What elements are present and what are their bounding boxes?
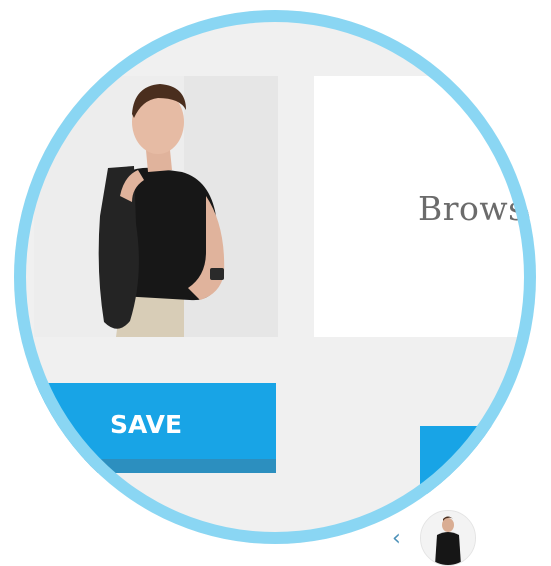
secondary-button[interactable]: bis <box>420 426 536 494</box>
secondary-button-label: bis <box>484 454 510 475</box>
save-button[interactable]: SAVE <box>34 383 276 473</box>
browse-label: Browse <box>418 189 536 228</box>
person-photo <box>34 76 278 337</box>
save-button-label: SAVE <box>110 410 183 439</box>
person-thumbnail[interactable] <box>420 510 476 566</box>
save-button-shadow <box>34 459 276 473</box>
thumbnail-figure <box>421 511 475 565</box>
browse-dropzone[interactable]: Browse <box>314 76 536 337</box>
magnifier-view: Browse SAVE bis <box>14 10 536 544</box>
person-figure <box>34 76 278 337</box>
chevron-left-icon[interactable]: ‹ <box>392 528 401 550</box>
